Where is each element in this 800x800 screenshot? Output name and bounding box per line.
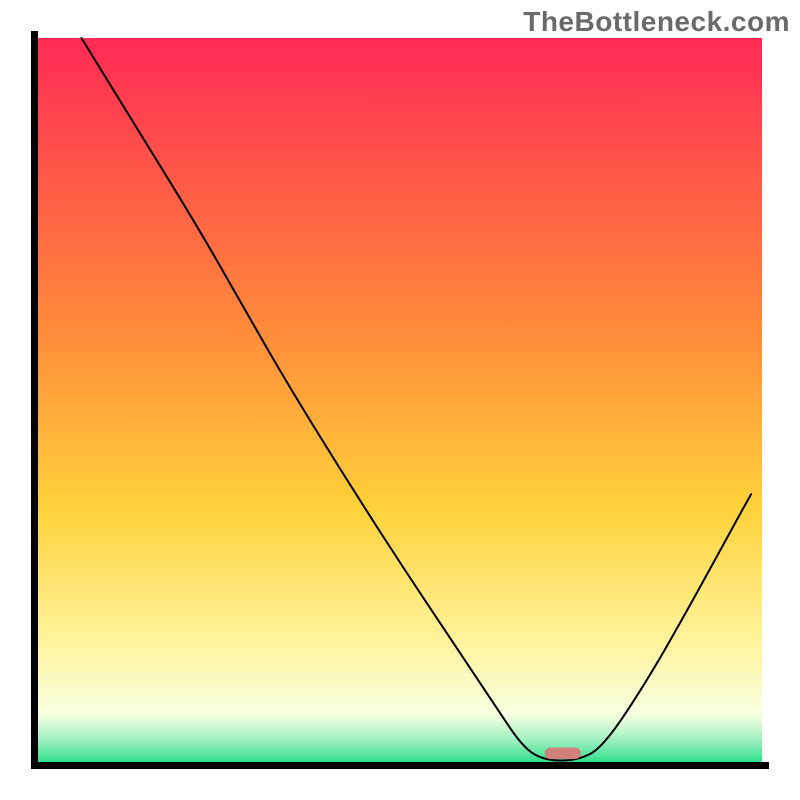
optimal-range-marker (545, 748, 581, 760)
chart-svg (0, 0, 800, 800)
chart-container: TheBottleneck.com (0, 0, 800, 800)
y-axis (31, 31, 38, 769)
watermark-text: TheBottleneck.com (523, 6, 790, 38)
x-axis (31, 762, 769, 769)
plot-background (38, 38, 762, 762)
